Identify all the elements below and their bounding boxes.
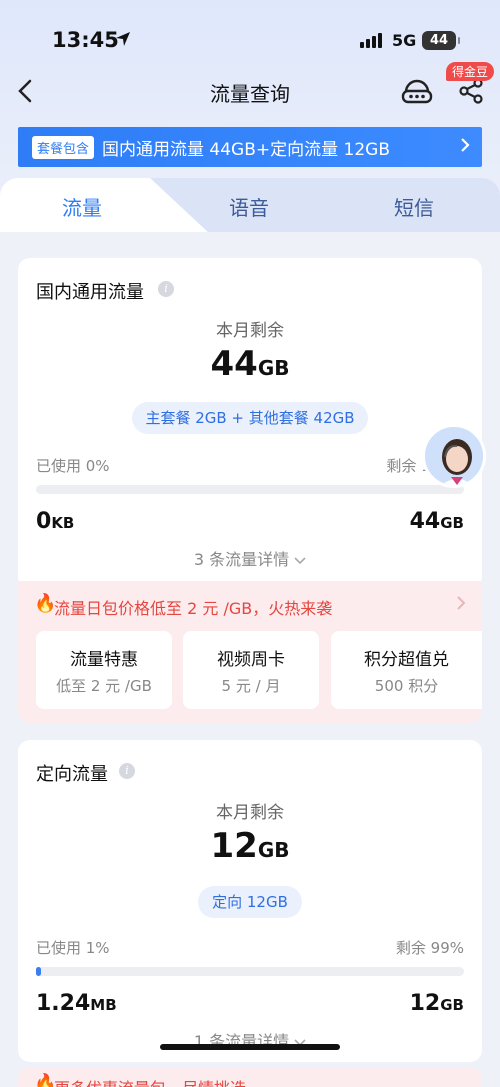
promo-card-data-deal[interactable]: 流量特惠 低至 2 元 /GB [36, 631, 172, 709]
promo-title[interactable]: 流量日包价格低至 2 元 /GB，火热来袭 [54, 595, 332, 619]
usage-progress-bar [36, 967, 464, 976]
customer-service-icon[interactable] [400, 76, 434, 106]
signal-icon [360, 32, 384, 52]
package-breakdown-pill: 定向 12GB [198, 886, 302, 918]
used-percent: 已使用 0% [36, 457, 110, 475]
tab-voice[interactable]: 语音 [229, 192, 269, 221]
used-percent: 已使用 1% [36, 939, 110, 957]
network-type: 5G [392, 31, 417, 50]
content-area: 国内通用流量 i 本月剩余 44GB 主套餐 2GB + 其他套餐 42GB 已… [0, 232, 500, 1087]
package-banner[interactable]: 套餐包含 国内通用流量 44GB+定向流量 12GB [18, 127, 482, 167]
assistant-avatar[interactable] [422, 424, 486, 488]
card-title: 定向流量 [36, 764, 108, 785]
data-detail-link[interactable]: 3 条流量详情 [18, 546, 482, 570]
battery-icon: 44 [422, 31, 460, 50]
tab-sms[interactable]: 短信 [394, 192, 434, 221]
package-summary: 国内通用流量 44GB+定向流量 12GB [102, 139, 391, 160]
home-indicator[interactable] [160, 1044, 340, 1050]
chevron-down-icon [294, 557, 306, 565]
remain-label: 本月剩余 [216, 321, 284, 341]
remain-label: 本月剩余 [216, 803, 284, 823]
location-arrow-icon [115, 31, 131, 51]
promo-section: 🔥 流量日包价格低至 2 元 /GB，火热来袭 流量特惠 低至 2 元 /GB … [18, 581, 482, 723]
remain-percent: 剩余 99% [395, 939, 464, 957]
total-amount: 44GB [409, 509, 464, 534]
promo-title: 更多优惠流量包，尽情挑选 [54, 1075, 246, 1087]
gold-bean-badge[interactable]: 得金豆 [446, 62, 495, 81]
package-tag: 套餐包含 [32, 135, 95, 159]
share-icon[interactable] [458, 78, 484, 104]
promo-section-more[interactable]: 🔥 更多优惠流量包，尽情挑选 [18, 1067, 482, 1087]
chevron-right-icon[interactable] [456, 595, 466, 615]
status-bar: 13:45 5G 44 [0, 0, 500, 72]
nav-bar: 流量查询 得金豆 [0, 62, 500, 114]
targeted-data-card: 定向流量 i 本月剩余 12GB 定向 12GB 已使用 1% 剩余 99% 1… [18, 740, 482, 1062]
tab-bar: 流量 语音 短信 [0, 178, 500, 234]
used-amount: 1.24MB [36, 991, 117, 1016]
usage-progress-fill [36, 967, 42, 976]
total-amount: 12GB [409, 991, 464, 1016]
promo-card-video-weekly[interactable]: 视频周卡 5 元 / 月 [183, 631, 319, 709]
info-icon[interactable]: i [158, 281, 174, 297]
tab-data[interactable]: 流量 [62, 192, 102, 221]
remain-value: 12GB [210, 826, 290, 866]
info-icon[interactable]: i [119, 763, 135, 779]
package-breakdown-pill: 主套餐 2GB + 其他套餐 42GB [132, 402, 368, 434]
promo-card-points[interactable]: 积分超值兑 500 积分 [331, 631, 482, 709]
remain-value: 44GB [210, 344, 290, 384]
chevron-right-icon [460, 137, 470, 157]
card-title: 国内通用流量 [36, 282, 144, 303]
status-time: 13:45 [52, 28, 119, 52]
used-amount: 0KB [36, 509, 75, 534]
usage-progress-bar [36, 485, 464, 494]
general-data-card: 国内通用流量 i 本月剩余 44GB 主套餐 2GB + 其他套餐 42GB 已… [18, 258, 482, 588]
